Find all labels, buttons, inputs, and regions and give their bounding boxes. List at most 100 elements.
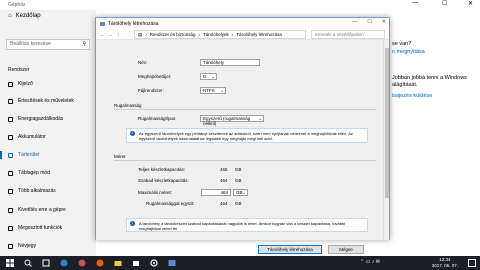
- sidebar-item-label: Energiagazdálkodás: [18, 116, 64, 122]
- create-storage-space-button[interactable]: Tárolóhely létrehozása: [258, 245, 322, 254]
- display-icon: [8, 81, 13, 87]
- divider: [114, 109, 376, 110]
- right-panel-text: se van?: [392, 41, 412, 47]
- breadcrumb-separator-icon: ›: [145, 32, 147, 37]
- storage-spaces-icon: [100, 21, 105, 26]
- file-explorer-icon[interactable]: [114, 259, 122, 267]
- address-bar: ← → ↑ ▤ › Rendszer és biztonság › Tároló…: [96, 29, 389, 40]
- sidebar-item-shared-experiences[interactable]: Megosztott funkciók: [8, 225, 62, 231]
- max-size-input[interactable]: 464: [201, 189, 231, 196]
- size-info-text: A tárolóhely a tárolókészlet szabad kapa…: [139, 221, 346, 231]
- chevron-down-icon: ⌄: [211, 74, 215, 79]
- dialog-title: Tárolóhely létrehozása: [108, 20, 159, 27]
- right-panel-link-help[interactable]: n megnyitása: [392, 49, 425, 55]
- info-icon: i: [130, 221, 135, 226]
- scrollbar[interactable]: [383, 40, 389, 240]
- max-size-unit-select[interactable]: GB ⌄: [233, 189, 248, 196]
- with-resiliency-value: 464: [220, 201, 228, 206]
- storage-icon: [8, 152, 13, 158]
- dialog-titlebar: Tárolóhely létrehozása: [96, 18, 389, 29]
- sidebar-item-notifications[interactable]: Értesítések és műveletek: [8, 98, 74, 104]
- forward-icon[interactable]: →: [109, 32, 114, 37]
- task-view-icon[interactable]: [42, 259, 50, 267]
- sidebar-item-power[interactable]: Energiagazdálkodás: [8, 116, 63, 122]
- sidebar-item-battery[interactable]: Akkumulátor: [8, 134, 46, 140]
- sidebar-item-label: Táblagép mód: [18, 170, 50, 176]
- tablet-icon: [8, 170, 13, 176]
- cancel-button[interactable]: Mégse: [328, 245, 364, 254]
- home-link[interactable]: ⌂ Kezdőlap: [8, 13, 41, 19]
- sidebar-item-label: Értesítések és műveletek: [18, 98, 74, 104]
- dialog-minimize-button[interactable]: —: [352, 19, 357, 25]
- right-panel-text: Jobban jobbá tenni a Windows: [392, 75, 467, 81]
- action-center-icon[interactable]: [468, 259, 476, 267]
- settings-close-button[interactable]: ✕: [468, 0, 473, 7]
- taskbar: ⌃ ▭ ♪ ✉ 12:34 2017. 06. 07.: [0, 256, 480, 270]
- filesystem-select[interactable]: NTFS ⌄: [200, 87, 226, 94]
- create-storage-space-dialog: Tárolóhely létrehozása — ☐ ✕ ← → ↑ ▤ › R…: [95, 17, 390, 254]
- breadcrumb-item[interactable]: Tárolóhely létrehozása: [236, 32, 282, 37]
- home-icon: ⌂: [8, 13, 12, 19]
- name-label: Név:: [138, 60, 148, 65]
- resiliency-type-value: Egyszerű (rugalmasság nélkül): [203, 116, 251, 126]
- drive-letter-value: D:: [203, 74, 208, 79]
- breadcrumb-item[interactable]: Rendszer és biztonság: [150, 32, 196, 37]
- chrome-icon[interactable]: [78, 259, 86, 267]
- breadcrumb[interactable]: ▤ › Rendszer és biztonság › Tárolóhelyek…: [134, 30, 306, 39]
- dialog-close-button[interactable]: ✕: [382, 19, 386, 25]
- settings-window-title: Gépház: [8, 2, 26, 8]
- tray-icons[interactable]: ⌃ ▭ ♪ ✉: [360, 259, 380, 265]
- search-icon: ⚲: [82, 41, 86, 47]
- dialog-maximize-button[interactable]: ☐: [367, 19, 371, 25]
- settings-gear-icon[interactable]: [150, 259, 158, 267]
- search-icon[interactable]: [24, 259, 32, 267]
- sidebar-item-about[interactable]: Névjegy: [8, 243, 36, 249]
- scrollbar-thumb[interactable]: [385, 48, 389, 198]
- sidebar-item-tablet-mode[interactable]: Táblagép mód: [8, 170, 50, 176]
- settings-minimize-button[interactable]: —: [412, 0, 418, 6]
- max-size-label: Maximális méret:: [138, 190, 173, 195]
- control-panel-search-input[interactable]: Keresés a Vezérlőpulton: [311, 30, 385, 39]
- right-panel-text: alágítását.: [392, 82, 418, 88]
- sidebar-item-label: Kijelző: [18, 81, 33, 87]
- resiliency-type-select[interactable]: Egyszerű (rugalmasság nélkül) ⌄: [200, 115, 264, 126]
- sidebar-item-label: Kivetítés erre a gépre: [18, 207, 66, 213]
- sidebar-item-display[interactable]: Kijelző: [8, 81, 33, 87]
- size-info-box: i A tárolóhely a tárolókészlet szabad ka…: [126, 218, 368, 232]
- clock[interactable]: 12:34 2017. 06. 07.: [432, 257, 458, 269]
- back-icon[interactable]: ←: [100, 32, 105, 37]
- settings-maximize-button[interactable]: ☐: [442, 0, 447, 7]
- resiliency-type-label: Rugalmasságtípus:: [138, 116, 177, 121]
- filesystem-label: Fájlrendszer:: [138, 88, 165, 93]
- settings-search-input[interactable]: Beállítás keresése ⚲: [6, 39, 90, 50]
- control-panel-icon[interactable]: [168, 259, 176, 267]
- drive-letter-select[interactable]: D: ⌄: [200, 73, 217, 80]
- with-resiliency-unit: GB: [235, 201, 242, 206]
- sidebar-item-projecting[interactable]: Kivetítés erre a gépre: [8, 207, 66, 213]
- sidebar-item-storage[interactable]: Tárterület: [0, 151, 39, 159]
- sidebar-item-label: Megosztott funkciók: [18, 225, 63, 231]
- chevron-down-icon: ⌄: [220, 88, 224, 93]
- sidebar-item-multitasking[interactable]: Több alkalmazás: [8, 188, 56, 194]
- breadcrumb-item[interactable]: Tárolóhelyek: [203, 32, 229, 37]
- windows-start-icon[interactable]: [6, 259, 14, 267]
- resiliency-heading: Rugalmasság: [114, 103, 142, 108]
- edge-icon[interactable]: [60, 259, 68, 267]
- breadcrumb-separator-icon: ›: [198, 32, 201, 37]
- search-placeholder: Beállítás keresése: [10, 41, 51, 47]
- firefox-icon[interactable]: [96, 259, 104, 267]
- sidebar-item-label: Több alkalmazás: [18, 188, 56, 194]
- right-panel-link-feedback[interactable]: isajezés küldése: [392, 93, 432, 99]
- control-panel-icon: ▤: [138, 31, 143, 37]
- with-resiliency-label: Rugalmassággal együtt:: [146, 201, 195, 206]
- projecting-icon: [8, 207, 13, 213]
- breadcrumb-separator-icon: ›: [231, 32, 234, 37]
- store-icon[interactable]: [132, 259, 140, 267]
- home-label: Kezdőlap: [15, 13, 41, 19]
- name-input[interactable]: Tárolóhely: [200, 59, 260, 66]
- info-icon: i: [130, 131, 135, 136]
- dialog-body: Név: Tárolóhely Meghajtóbetűjel: D: ⌄ Fá…: [96, 40, 385, 254]
- up-icon[interactable]: ↑: [117, 32, 119, 37]
- shared-experiences-icon: [8, 225, 13, 231]
- chevron-down-icon: ⌄: [242, 190, 246, 195]
